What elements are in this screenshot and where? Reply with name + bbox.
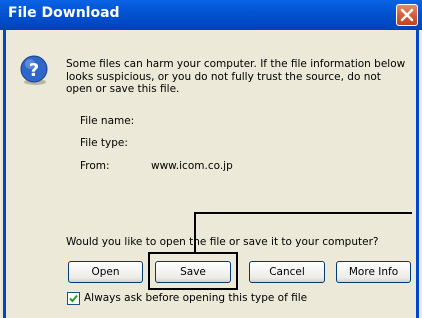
always-ask-checkbox[interactable] (67, 292, 80, 305)
title-bar[interactable]: File Download (0, 0, 422, 30)
prompt-text: Would you like to open the file or save … (66, 236, 379, 248)
file-type-label: File type: (80, 137, 128, 149)
checkmark-icon (69, 294, 78, 303)
from-label: From: (80, 160, 110, 172)
open-button[interactable]: Open (68, 261, 143, 283)
callout-frame (236, 252, 238, 290)
warning-text: Some files can harm your computer. If th… (66, 58, 406, 95)
more-info-button[interactable]: More Info (336, 261, 411, 283)
always-ask-label: Always ask before opening this type of f… (84, 292, 308, 304)
file-download-dialog: File Download ? Some files can harm your… (0, 0, 422, 318)
question-icon: ? (18, 54, 50, 86)
file-name-label: File name: (80, 115, 135, 127)
svg-text:?: ? (29, 60, 39, 81)
callout-line (194, 212, 412, 214)
callout-frame (148, 252, 238, 254)
callout-frame (148, 252, 150, 290)
from-value: www.icom.co.jp (151, 160, 233, 172)
callout-line (194, 212, 196, 252)
close-icon (400, 8, 414, 22)
callout-frame (148, 288, 238, 290)
close-button[interactable] (396, 4, 418, 26)
cancel-button[interactable]: Cancel (249, 261, 325, 283)
save-button[interactable]: Save (155, 261, 231, 283)
dialog-title: File Download (8, 5, 120, 21)
